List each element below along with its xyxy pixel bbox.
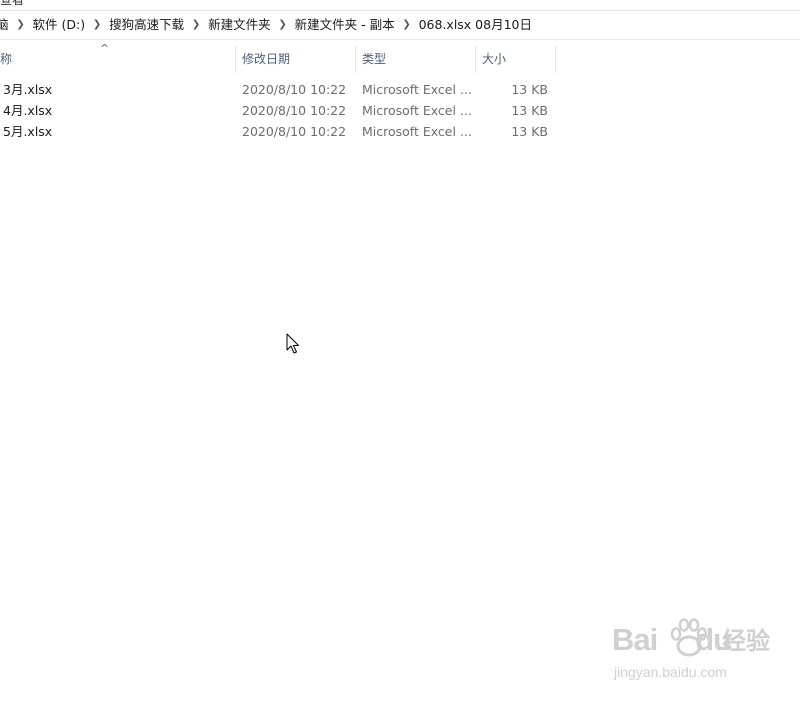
- file-size: 13 KB: [511, 124, 548, 139]
- baidu-jingyan-watermark: Bai du 经验 jingyan.baidu.com: [612, 618, 792, 692]
- watermark-url: jingyan.baidu.com: [614, 664, 727, 680]
- file-name[interactable]: 4月.xlsx: [3, 100, 52, 121]
- file-row[interactable]: 4月.xlsx 2020/8/10 10:22 Microsoft Excel …: [0, 100, 560, 121]
- file-size: 13 KB: [511, 103, 548, 118]
- column-header-type[interactable]: 类型: [356, 46, 476, 73]
- breadcrumb-item-new-folder-copy[interactable]: 新建文件夹 - 副本: [290, 11, 400, 39]
- file-name[interactable]: 3月.xlsx: [3, 79, 52, 100]
- chevron-right-icon[interactable]: ❯: [189, 11, 203, 39]
- chevron-right-icon[interactable]: ❯: [276, 11, 290, 39]
- ribbon-cut-label: 查看: [0, 0, 25, 7]
- file-row[interactable]: 3月.xlsx 2020/8/10 10:22 Microsoft Excel …: [0, 79, 560, 100]
- file-size: 13 KB: [511, 82, 548, 97]
- chevron-right-icon[interactable]: ❯: [14, 11, 28, 39]
- file-explorer-window: 查看 脑 ❯ 软件 (D:) ❯ 搜狗高速下载 ❯ 新建文件夹 ❯ 新建文件夹 …: [0, 0, 800, 705]
- chevron-right-icon[interactable]: ❯: [400, 11, 414, 39]
- file-row[interactable]: 5月.xlsx 2020/8/10 10:22 Microsoft Excel …: [0, 121, 560, 142]
- watermark-brand-text: 经验: [722, 627, 770, 655]
- file-date-modified: 2020/8/10 10:22: [242, 124, 347, 139]
- file-type: Microsoft Excel ...: [362, 124, 472, 139]
- breadcrumb-item-sogou-downloads[interactable]: 搜狗高速下载: [104, 11, 189, 39]
- column-header-row: 称 修改日期 类型 大小: [0, 46, 800, 73]
- breadcrumb-item-new-folder[interactable]: 新建文件夹: [203, 11, 276, 39]
- mouse-pointer-icon: [286, 333, 299, 354]
- file-date-modified: 2020/8/10 10:22: [242, 103, 347, 118]
- file-name[interactable]: 5月.xlsx: [3, 121, 52, 142]
- file-date-modified: 2020/8/10 10:22: [242, 82, 347, 97]
- breadcrumb-item-drive-d[interactable]: 软件 (D:): [28, 11, 91, 39]
- chevron-right-icon[interactable]: ❯: [90, 11, 104, 39]
- breadcrumb-item-this-pc[interactable]: 脑: [0, 11, 14, 39]
- file-type: Microsoft Excel ...: [362, 82, 472, 97]
- file-list: 3月.xlsx 2020/8/10 10:22 Microsoft Excel …: [0, 79, 560, 142]
- column-header-size[interactable]: 大小: [476, 46, 556, 73]
- column-header-date-modified[interactable]: 修改日期: [236, 46, 356, 73]
- file-type: Microsoft Excel ...: [362, 103, 472, 118]
- ribbon-strip: 查看: [0, 0, 800, 11]
- breadcrumb-item-current-folder[interactable]: 068.xlsx 08月10日: [414, 11, 537, 39]
- baidu-paw-icon: [670, 618, 708, 657]
- breadcrumb[interactable]: 脑 ❯ 软件 (D:) ❯ 搜狗高速下载 ❯ 新建文件夹 ❯ 新建文件夹 - 副…: [0, 11, 800, 40]
- column-header-name[interactable]: 称: [0, 46, 236, 73]
